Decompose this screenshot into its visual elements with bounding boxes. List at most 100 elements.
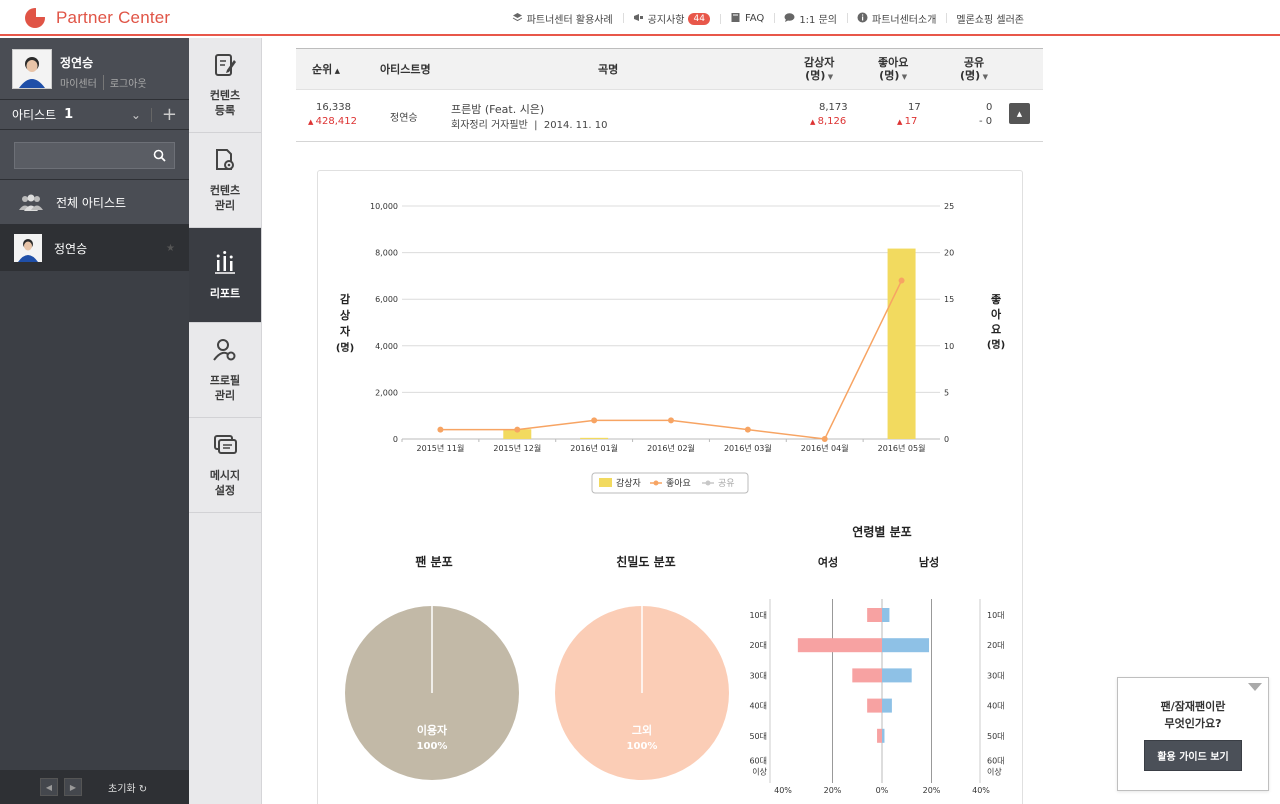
- top-nav-item[interactable]: 1:1 문의: [774, 11, 847, 26]
- legend-swatch-listeners: [599, 478, 612, 487]
- report-panel: 0 2,000 4,000 6,000 8,000 10,000 0 5 10 15 20 25 201…: [317, 170, 1023, 804]
- x-tick-label: 2016년 02월: [647, 443, 695, 453]
- age-category-label: 20대: [749, 641, 767, 650]
- user-name: 정연승: [60, 56, 94, 70]
- listeners-header[interactable]: 감상자 (명): [804, 56, 834, 84]
- menu-item[interactable]: 프로필관리: [189, 323, 261, 418]
- search-input[interactable]: [15, 143, 145, 168]
- legend-label-likes: 좋아요: [666, 478, 691, 489]
- age-category-label: 40대: [749, 702, 767, 711]
- menu-item-label: 등록: [214, 104, 236, 117]
- age-x-tick-label: 20%: [923, 786, 941, 795]
- rank-change: 428,412: [308, 116, 357, 127]
- star-icon[interactable]: ★: [166, 243, 175, 254]
- likes-point: [744, 426, 751, 433]
- pie-title: 팬 분포: [415, 554, 452, 569]
- artist-avatar: [14, 234, 42, 262]
- age-category-label: 30대: [749, 671, 767, 680]
- shares-unit: (명): [960, 69, 981, 82]
- artist-selector: 아티스트 1 ⌄ +: [0, 100, 189, 130]
- y2-axis-label: 아: [991, 307, 1002, 321]
- likes-header-label: 좋아요: [878, 56, 909, 69]
- x-tick-label: 2016년 03월: [724, 443, 772, 453]
- y2-tick-label: 5: [944, 388, 949, 397]
- avatar: [12, 49, 52, 89]
- likes-point: [591, 417, 598, 424]
- all-artists-item[interactable]: 전체 아티스트: [0, 180, 189, 225]
- logout-link[interactable]: 로그아웃: [102, 75, 147, 90]
- top-nav-label: 파트너센터소개: [872, 15, 937, 26]
- report-charts: 0 2,000 4,000 6,000 8,000 10,000 0 5 10 15 20 25 201…: [336, 202, 1005, 795]
- top-nav-item[interactable]: 파트너센터 활용사례: [502, 11, 623, 26]
- age-category-label: 50대: [749, 732, 767, 741]
- help-question-line1: 팬/잠재팬이란: [1160, 700, 1226, 713]
- shares-header[interactable]: 공유 (명): [960, 56, 988, 84]
- next-page-button[interactable]: ▶: [64, 778, 82, 796]
- search-icon[interactable]: [153, 149, 166, 162]
- legend-label-shares: 공유: [718, 478, 735, 489]
- likes-point: [821, 436, 828, 442]
- age-category-label: 10대: [749, 611, 767, 620]
- y2-tick-label: 0: [944, 435, 949, 444]
- chevron-down-icon[interactable]: ⌄: [131, 108, 141, 122]
- prev-page-button[interactable]: ◀: [40, 778, 58, 796]
- bar-chart-icon: [212, 250, 238, 280]
- female-bar: [877, 728, 882, 743]
- age-category-label: 이상: [987, 767, 1002, 777]
- logo-pie-icon: [25, 7, 46, 28]
- song-title[interactable]: 프른밤 (Feat. 시은): [451, 101, 544, 117]
- top-nav-label: FAQ: [744, 13, 765, 24]
- y-tick-label: 4,000: [375, 342, 398, 351]
- likes-header[interactable]: 좋아요 (명): [878, 56, 908, 84]
- top-nav-item[interactable]: 공지사항 44: [622, 11, 720, 26]
- my-center-link[interactable]: 마이센터: [60, 75, 97, 90]
- pie-label: 이용자: [417, 723, 448, 737]
- menu-item[interactable]: 컨텐츠 등록: [189, 38, 261, 133]
- help-box: 팬/잠재팬이란 무엇인가요? 활용 가이드 보기: [1117, 677, 1269, 791]
- y2-tick-label: 20: [944, 249, 954, 258]
- menu-item-label: 관리: [214, 389, 236, 402]
- guide-button[interactable]: 활용 가이드 보기: [1144, 740, 1242, 771]
- female-bar: [852, 668, 882, 683]
- sidebar-footer: ◀ ▶ 초기화 ↻: [0, 770, 189, 804]
- logo[interactable]: Partner Center: [24, 7, 170, 29]
- listeners-unit: (명): [805, 69, 826, 82]
- y2-tick-label: 15: [944, 295, 954, 304]
- male-label: 남성: [919, 555, 939, 569]
- rank-header[interactable]: 순위: [312, 63, 340, 78]
- shares-change: - 0: [979, 116, 993, 127]
- top-nav-label: 공지사항: [647, 15, 685, 26]
- collapse-button[interactable]: ▲: [1009, 103, 1030, 124]
- x-tick-label: 2016년 05월: [878, 443, 926, 453]
- age-x-tick-label: 0%: [876, 786, 889, 795]
- collapse-triangle-icon[interactable]: [1248, 683, 1262, 691]
- age-x-tick-label: 20%: [824, 786, 842, 795]
- likes-unit: (명): [879, 69, 900, 82]
- artist-count: 1: [64, 107, 74, 122]
- menu-item[interactable]: 리포트: [189, 228, 261, 323]
- y-tick-label: 8,000: [375, 249, 398, 258]
- top-nav-item[interactable]: 멜론쇼핑 셀러존: [946, 11, 1034, 26]
- x-tick-label: 2016년 04월: [801, 443, 849, 453]
- menu-item-label: 프로필: [209, 374, 241, 387]
- top-nav-label: 파트너센터 활용사례: [526, 15, 613, 26]
- top-nav-item[interactable]: FAQ: [719, 12, 774, 26]
- add-artist-icon[interactable]: +: [162, 105, 177, 124]
- rank-value: 16,338: [316, 102, 351, 113]
- legend-marker-likes: [653, 480, 659, 486]
- listeners-change: 8,126: [810, 116, 847, 127]
- top-nav-item[interactable]: 파트너센터소개: [847, 11, 946, 26]
- artist-list-item[interactable]: 정연승 ★: [0, 225, 189, 271]
- reset-button[interactable]: 초기화 ↻: [108, 780, 147, 795]
- logo-text: Partner Center: [56, 8, 171, 27]
- legend-marker-shares: [705, 480, 711, 486]
- help-question-line2: 무엇인가요?: [1164, 717, 1222, 730]
- likes-point: [898, 277, 905, 284]
- menu-item[interactable]: 메시지 설정: [189, 418, 261, 513]
- likes-line: [440, 280, 903, 440]
- male-bar: [882, 638, 930, 653]
- artist-name: 정연승: [54, 241, 88, 256]
- chat-icon: [784, 12, 795, 26]
- top-nav-label: 멜론쇼핑 셀러존: [956, 15, 1024, 26]
- menu-item[interactable]: 컨텐츠 관리: [189, 133, 261, 228]
